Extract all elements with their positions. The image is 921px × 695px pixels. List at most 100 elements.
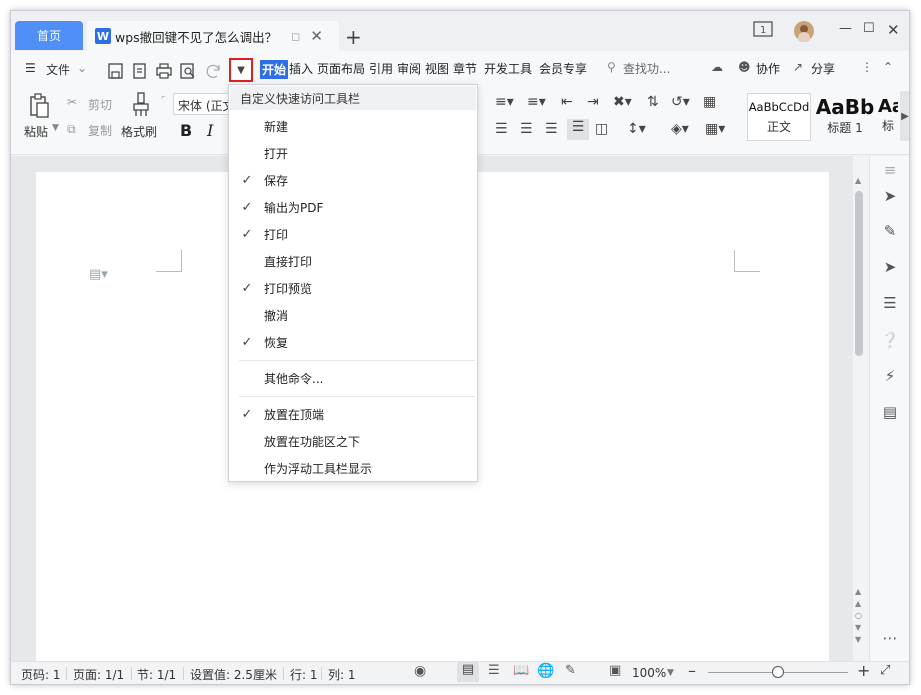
align-center-icon[interactable]: ☰ [520, 121, 533, 137]
document-icon[interactable]: ▤▾ [89, 267, 108, 282]
shading-icon[interactable]: ◈▾ [671, 121, 689, 137]
window-count-icon[interactable]: 1 [753, 21, 773, 43]
bold-button[interactable]: B [180, 121, 192, 140]
cut-button[interactable]: 剪切 [88, 96, 112, 113]
launcher-icon[interactable]: ⌜ [161, 96, 165, 106]
tab-references[interactable]: 引用 [369, 60, 393, 77]
search-input[interactable]: 查找功... [623, 60, 670, 77]
tab-chapter[interactable]: 章节 [453, 60, 477, 77]
help-icon[interactable]: ❔ [880, 331, 900, 351]
menu-item-place-top[interactable]: ✓ 放置在顶端 [230, 401, 476, 428]
minimize-icon[interactable]: — [839, 21, 852, 43]
copy-button[interactable]: 复制 [88, 122, 112, 139]
save-icon[interactable] [107, 63, 125, 79]
tab-view[interactable]: 视图 [425, 60, 449, 77]
page-nav-icon[interactable]: ▲ ▲ ○ ▼ ▼ [855, 586, 862, 646]
scroll-up-icon[interactable]: ▲ [855, 176, 861, 185]
print-icon[interactable] [155, 63, 173, 79]
increase-indent-icon[interactable]: ⇥ [587, 94, 599, 110]
collab-button[interactable]: 协作 [756, 60, 780, 77]
status-row[interactable]: 行: 1 [290, 666, 318, 683]
styles-scroll-right-icon[interactable]: ▶ [900, 91, 909, 141]
font-name-select[interactable]: 宋体 (正文 [173, 93, 229, 115]
zoom-slider-thumb[interactable] [772, 666, 784, 678]
eye-protect-icon[interactable]: ◉ [414, 663, 426, 679]
outline-view-icon[interactable]: ☰ [488, 663, 500, 678]
export-pdf-icon[interactable] [131, 63, 149, 79]
status-pages[interactable]: 页面: 1/1 [73, 666, 124, 683]
print-preview-icon[interactable] [179, 63, 197, 79]
fit-page-icon[interactable]: ▣ [609, 663, 621, 678]
tab-member[interactable]: 会员专享 [539, 60, 587, 77]
tab-insert[interactable]: 插入 [289, 60, 313, 77]
style-heading-1[interactable]: AaBb 标题 1 [813, 93, 877, 141]
text-direction-icon[interactable]: ↺▾ [671, 94, 690, 110]
zoom-in-icon[interactable]: + [857, 661, 870, 680]
menu-item-print-preview[interactable]: ✓ 打印预览 [230, 275, 476, 302]
sort-icon[interactable]: ⇅ [647, 94, 659, 110]
sidebar-handle-icon[interactable]: ≡ [880, 161, 900, 181]
close-window-icon[interactable]: ✕ [887, 21, 900, 43]
tab-review[interactable]: 审阅 [397, 60, 421, 77]
pen-icon[interactable]: ✎ [880, 222, 900, 242]
menu-item-place-below-ribbon[interactable]: 放置在功能区之下 [230, 428, 476, 455]
tab-home-ribbon[interactable]: 开始 [260, 60, 289, 79]
maximize-icon[interactable]: ☐ [863, 21, 875, 43]
line-spacing-icon[interactable]: ↕▾ [627, 121, 646, 137]
distributed-align-icon[interactable]: ◫ [595, 121, 608, 137]
chevron-down-icon[interactable]: ⌄ [77, 61, 87, 75]
lightning-icon[interactable]: ⚡ [880, 367, 900, 387]
search-icon[interactable]: ⚲ [607, 60, 616, 74]
monitor-icon[interactable]: ◻ [291, 30, 300, 43]
more-icon[interactable]: ⋮ [861, 60, 873, 74]
status-page-number[interactable]: 页码: 1 [21, 666, 61, 683]
align-right-icon[interactable]: ☰ [545, 121, 558, 137]
share-button[interactable]: 分享 [811, 60, 835, 77]
style-normal[interactable]: AaBbCcDd 正文 [747, 93, 811, 141]
zoom-level[interactable]: 100% [632, 666, 666, 680]
web-view-icon[interactable]: 🌐 [537, 663, 554, 679]
tab-page-layout[interactable]: 页面布局 [317, 60, 365, 77]
cloud-icon[interactable]: ☁ [711, 60, 723, 74]
zoom-dropdown-icon[interactable]: ▼ [667, 668, 674, 678]
italic-button[interactable]: I [207, 121, 213, 140]
settings-sliders-icon[interactable]: ☰ [880, 294, 900, 314]
menu-item-print[interactable]: ✓ 打印 [230, 221, 476, 248]
scrollbar-thumb[interactable] [855, 191, 863, 356]
redo-icon[interactable] [205, 63, 223, 79]
customize-toolbar-dropdown-button[interactable]: ▼ [229, 58, 253, 82]
backup-icon[interactable]: ▤ [880, 403, 900, 423]
avatar[interactable] [793, 20, 815, 44]
bullet-list-icon[interactable]: ≡▾ [495, 94, 514, 110]
collapse-ribbon-icon[interactable]: ⌃ [883, 60, 893, 74]
menu-item-floating-toolbar[interactable]: 作为浮动工具栏显示 [230, 455, 476, 482]
align-left-icon[interactable]: ☰ [495, 121, 508, 137]
menu-item-export-pdf[interactable]: ✓ 输出为PDF [230, 194, 476, 221]
decrease-indent-icon[interactable]: ⇤ [561, 94, 573, 110]
paste-button[interactable]: 粘贴 [24, 123, 48, 140]
tab-developer[interactable]: 开发工具 [484, 60, 532, 77]
format-painter-button[interactable]: 格式刷 [121, 123, 157, 140]
numbered-list-icon[interactable]: ≡▾ [527, 94, 546, 110]
menu-item-new[interactable]: 新建 [230, 113, 476, 140]
reading-view-icon[interactable]: 📖 [513, 663, 529, 678]
style-heading-2[interactable]: Aa 标 [877, 93, 899, 141]
rocket-icon[interactable]: ➤ [880, 187, 900, 207]
page-view-icon[interactable]: ▤ [457, 662, 479, 682]
ruler-icon[interactable]: ▦ [703, 94, 716, 110]
add-tab-button[interactable]: + [345, 25, 362, 49]
chinese-layout-icon[interactable]: ✖▾ [613, 94, 632, 110]
fullscreen-icon[interactable]: ⤢ [880, 663, 890, 678]
justify-icon[interactable]: ☰ [567, 119, 589, 140]
more-horizontal-icon[interactable]: ⋯ [880, 629, 900, 649]
zoom-out-icon[interactable]: – [688, 661, 696, 680]
tab-home[interactable]: 首页 [15, 21, 83, 50]
menu-item-open[interactable]: 打开 [230, 140, 476, 167]
status-setting[interactable]: 设置值: 2.5厘米 [190, 666, 277, 683]
format-painter-icon[interactable] [131, 92, 151, 118]
status-section[interactable]: 节: 1/1 [137, 666, 176, 683]
menu-item-direct-print[interactable]: 直接打印 [230, 248, 476, 275]
writing-mode-icon[interactable]: ✎ [565, 663, 576, 678]
tab-document[interactable]: W wps撤回键不见了怎么调出？ ◻ ✕ [87, 21, 339, 51]
menu-item-save[interactable]: ✓ 保存 [230, 167, 476, 194]
